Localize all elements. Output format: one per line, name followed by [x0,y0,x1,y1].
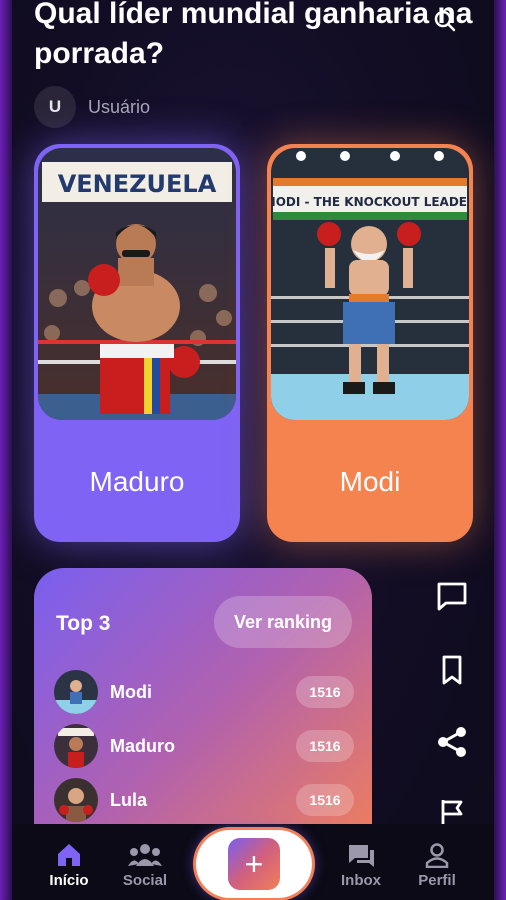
chat-icon [349,845,374,867]
tab-label: Social [122,872,168,889]
tab-profile[interactable]: Perfil [402,842,472,889]
avatar: U [34,86,76,128]
option-image-modi: MODI - THE KNOCKOUT LEADER [271,148,469,420]
post-author[interactable]: U Usuário [34,86,150,128]
app-screen: Qual líder mundial ganharia na porrada? … [12,0,494,900]
people-icon [128,844,162,866]
ranking-thumb [54,778,98,822]
ranking-row[interactable]: Maduro 1516 [54,724,354,768]
bookmark-icon[interactable] [434,652,470,688]
ranking-name: Maduro [110,735,175,756]
view-ranking-button[interactable]: Ver ranking [214,596,352,648]
ranking-thumb [54,724,98,768]
bottom-tab-bar: Início Social + Inbox Perfil [12,824,494,900]
ranking-score: 1516 [296,784,354,816]
banner-venezuela: VENEZUELA [58,170,217,198]
tab-inbox[interactable]: Inbox [326,842,396,889]
home-icon [58,844,80,866]
tab-social[interactable]: Social [110,842,180,889]
ranking-score: 1516 [296,730,354,762]
post-title: Qual líder mundial ganharia na porrada? [34,0,473,70]
option-label: Modi [339,466,401,497]
create-post-button[interactable]: + [196,830,312,898]
author-name: Usuário [88,96,151,117]
vote-option-modi[interactable]: MODI - THE KNOCKOUT LEADER Modi [267,144,473,542]
ranking-name: Lula [110,789,148,810]
comment-icon[interactable] [434,578,470,614]
plus-icon: + [228,838,280,890]
person-icon [425,843,449,868]
tab-label: Início [49,872,89,889]
ranking-panel: Top 3 Ver ranking Modi 1516 Maduro 1516 … [34,568,372,858]
ranking-thumb [54,670,98,714]
tab-label: Inbox [341,872,381,889]
ranking-row[interactable]: Modi 1516 [54,670,354,714]
ranking-name: Modi [110,681,152,702]
ranking-score: 1516 [296,676,354,708]
banner-modi: MODI - THE KNOCKOUT LEADER [271,195,469,209]
tab-home[interactable]: Início [34,842,104,889]
vote-option-maduro[interactable]: VENEZUELA Maduro [34,144,240,542]
share-icon[interactable] [434,724,470,760]
ranking-title: Top 3 [56,612,111,635]
ranking-row[interactable]: Lula 1516 [54,778,354,822]
option-label: Maduro [89,466,185,497]
option-image-maduro: VENEZUELA [38,148,236,420]
search-icon[interactable] [432,8,458,34]
tab-label: Perfil [418,872,456,889]
